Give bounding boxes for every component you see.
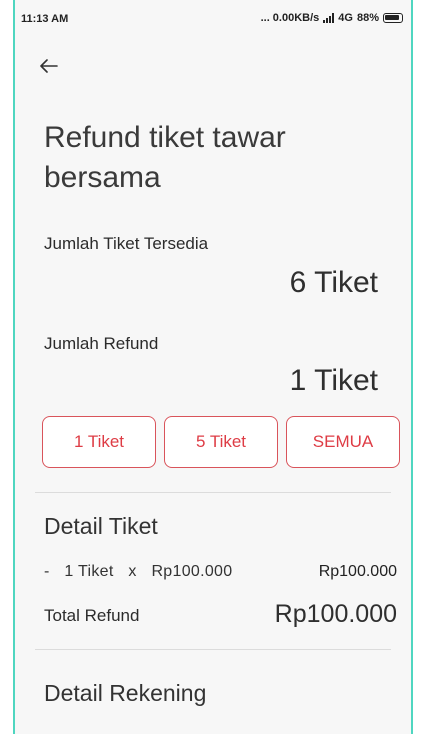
battery-icon [383, 13, 403, 23]
page-title: Refund tiket tawar bersama [44, 121, 286, 194]
total-refund-label: Total Refund [44, 606, 140, 625]
unit-price: Rp100.000 [151, 563, 233, 580]
divider [35, 649, 391, 650]
battery-percent: 88% [356, 12, 379, 24]
divider [35, 492, 391, 493]
back-button[interactable] [35, 52, 63, 80]
phone-screen: 11:13 AM ... 0.00KB/s 4G 88% Refund tike… [13, 0, 413, 734]
available-tickets-value: 6 Tiket [289, 266, 378, 299]
network-type: 4G [338, 12, 353, 24]
refund-amount-value: 1 Tiket [289, 364, 378, 397]
line-total: Rp100.000 [318, 563, 397, 580]
refund-amount-label: Jumlah Refund [44, 334, 159, 353]
signal-icon [323, 13, 335, 23]
available-tickets-label: Jumlah Tiket Tersedia [44, 234, 209, 253]
bullet: - [44, 563, 50, 580]
option-1-ticket-button[interactable]: 1 Tiket [42, 416, 156, 468]
total-refund-value: Rp100.000 [274, 600, 397, 628]
account-detail-title: Detail Rekening [44, 680, 207, 706]
status-bar: 11:13 AM ... 0.00KB/s 4G 88% [15, 0, 411, 34]
status-time: 11:13 AM [21, 13, 69, 25]
option-5-ticket-button[interactable]: 5 Tiket [164, 416, 278, 468]
status-indicators: ... 0.00KB/s 4G 88% [261, 12, 403, 24]
times-sign: x [128, 563, 137, 580]
option-all-button[interactable]: SEMUA [286, 416, 400, 468]
network-speed: ... 0.00KB/s [260, 12, 320, 24]
ticket-detail-line: - 1 Tiket x Rp100.000 [44, 563, 242, 581]
ticket-detail-title: Detail Tiket [44, 513, 158, 539]
ticket-qty: 1 Tiket [64, 563, 114, 580]
arrow-left-icon [40, 59, 58, 73]
